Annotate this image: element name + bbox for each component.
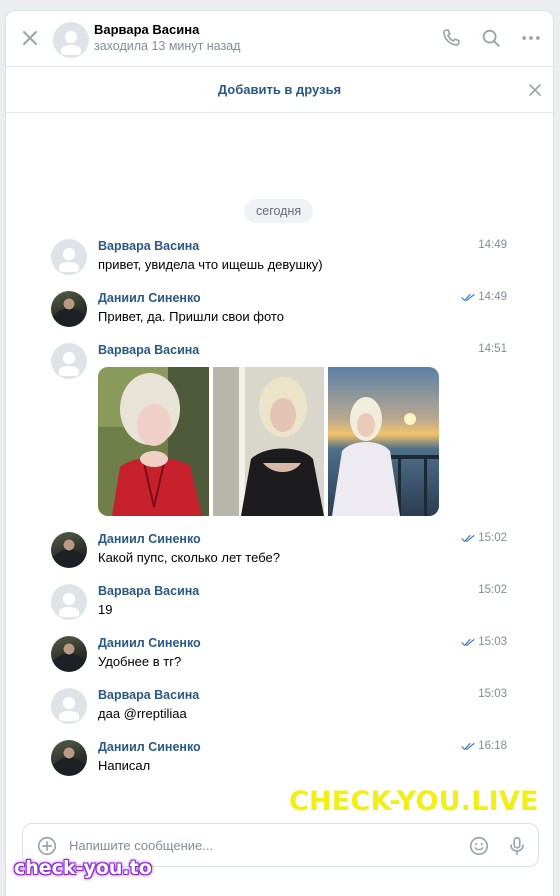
close-icon (23, 31, 37, 45)
contact-name[interactable]: Варвара Васина (94, 22, 199, 37)
author-avatar[interactable] (51, 688, 87, 724)
phone-icon (443, 29, 460, 46)
chat-window: Варвара Васина заходила 13 минут назад Д… (5, 10, 554, 896)
message-time: 14:49 (461, 291, 507, 303)
attach-button[interactable] (35, 834, 59, 858)
message-time-text: 16:18 (478, 740, 507, 752)
close-chat-button[interactable] (16, 24, 44, 52)
author-avatar[interactable] (51, 636, 87, 672)
plus-circle-icon (37, 836, 57, 856)
message-text: 19 (98, 602, 113, 617)
message-time: 15:03 (461, 636, 507, 648)
more-dots-icon (522, 36, 540, 40)
message-author[interactable]: Варвара Васина (98, 584, 199, 598)
message-text: Привет, да. Пришли свои фото (98, 309, 284, 324)
message-author[interactable]: Варвара Васина (98, 688, 199, 702)
photo-attachment[interactable] (98, 367, 209, 516)
more-button[interactable] (518, 25, 544, 51)
read-checkmark-icon (461, 293, 475, 301)
message-time-text: 14:49 (478, 291, 507, 303)
message-time: 14:51 (478, 343, 507, 355)
message-time: 14:49 (478, 239, 507, 251)
contact-status: заходила 13 минут назад (94, 39, 241, 53)
message-text: Написал (98, 758, 151, 773)
author-avatar[interactable] (51, 532, 87, 568)
author-avatar[interactable] (51, 239, 87, 275)
date-separator: сегодня (244, 199, 314, 223)
message-author[interactable]: Даниил Синенко (98, 532, 201, 546)
author-avatar[interactable] (51, 343, 87, 379)
message-author[interactable]: Даниил Синенко (98, 740, 201, 754)
emoji-button[interactable] (467, 834, 491, 858)
photo-attachment[interactable] (213, 367, 324, 516)
message-time-text: 14:49 (478, 239, 507, 251)
contact-avatar[interactable] (53, 22, 89, 58)
message-time: 16:18 (461, 740, 507, 752)
read-checkmark-icon (461, 534, 475, 542)
message-time: 15:02 (461, 532, 507, 544)
watermark-check-you-live: CHECK-YOU.LIVE (289, 786, 539, 817)
close-icon (529, 84, 541, 96)
microphone-icon (510, 836, 524, 856)
message-author[interactable]: Даниил Синенко (98, 636, 201, 650)
add-friend-button[interactable]: Добавить в друзья (6, 82, 553, 97)
message-text: Какой пупс, сколько лет тебе? (98, 550, 280, 565)
add-friend-bar: Добавить в друзья (6, 67, 553, 113)
voice-message-button[interactable] (505, 834, 529, 858)
author-avatar[interactable] (51, 584, 87, 620)
message-text: даа @rreptiliaa (98, 706, 187, 721)
message-text: Удобнее в тг? (98, 654, 182, 669)
search-icon (482, 29, 500, 47)
message-author[interactable]: Даниил Синенко (98, 291, 201, 305)
smiley-icon (469, 836, 489, 856)
message-author[interactable]: Варвара Васина (98, 239, 199, 253)
call-button[interactable] (438, 25, 464, 51)
message-input[interactable] (69, 834, 439, 856)
message-time-text: 15:02 (478, 532, 507, 544)
read-checkmark-icon (461, 742, 475, 750)
watermark-check-you-to: check-you.to (14, 857, 152, 879)
message-time-text: 15:02 (478, 584, 507, 596)
chat-header: Варвара Васина заходила 13 минут назад (6, 11, 553, 67)
message-time-text: 14:51 (478, 343, 507, 355)
message-time-text: 15:03 (478, 636, 507, 648)
author-avatar[interactable] (51, 291, 87, 327)
message-time: 15:03 (478, 688, 507, 700)
search-button[interactable] (478, 25, 504, 51)
message-time-text: 15:03 (478, 688, 507, 700)
photo-attachments (98, 367, 439, 516)
photo-attachment[interactable] (328, 367, 439, 516)
message-text: привет, увидела что ищешь девушку) (98, 257, 323, 272)
read-checkmark-icon (461, 638, 475, 646)
message-author[interactable]: Варвара Васина (98, 343, 199, 357)
author-avatar[interactable] (51, 740, 87, 776)
message-time: 15:02 (478, 584, 507, 596)
dismiss-add-friend-button[interactable] (527, 82, 543, 98)
